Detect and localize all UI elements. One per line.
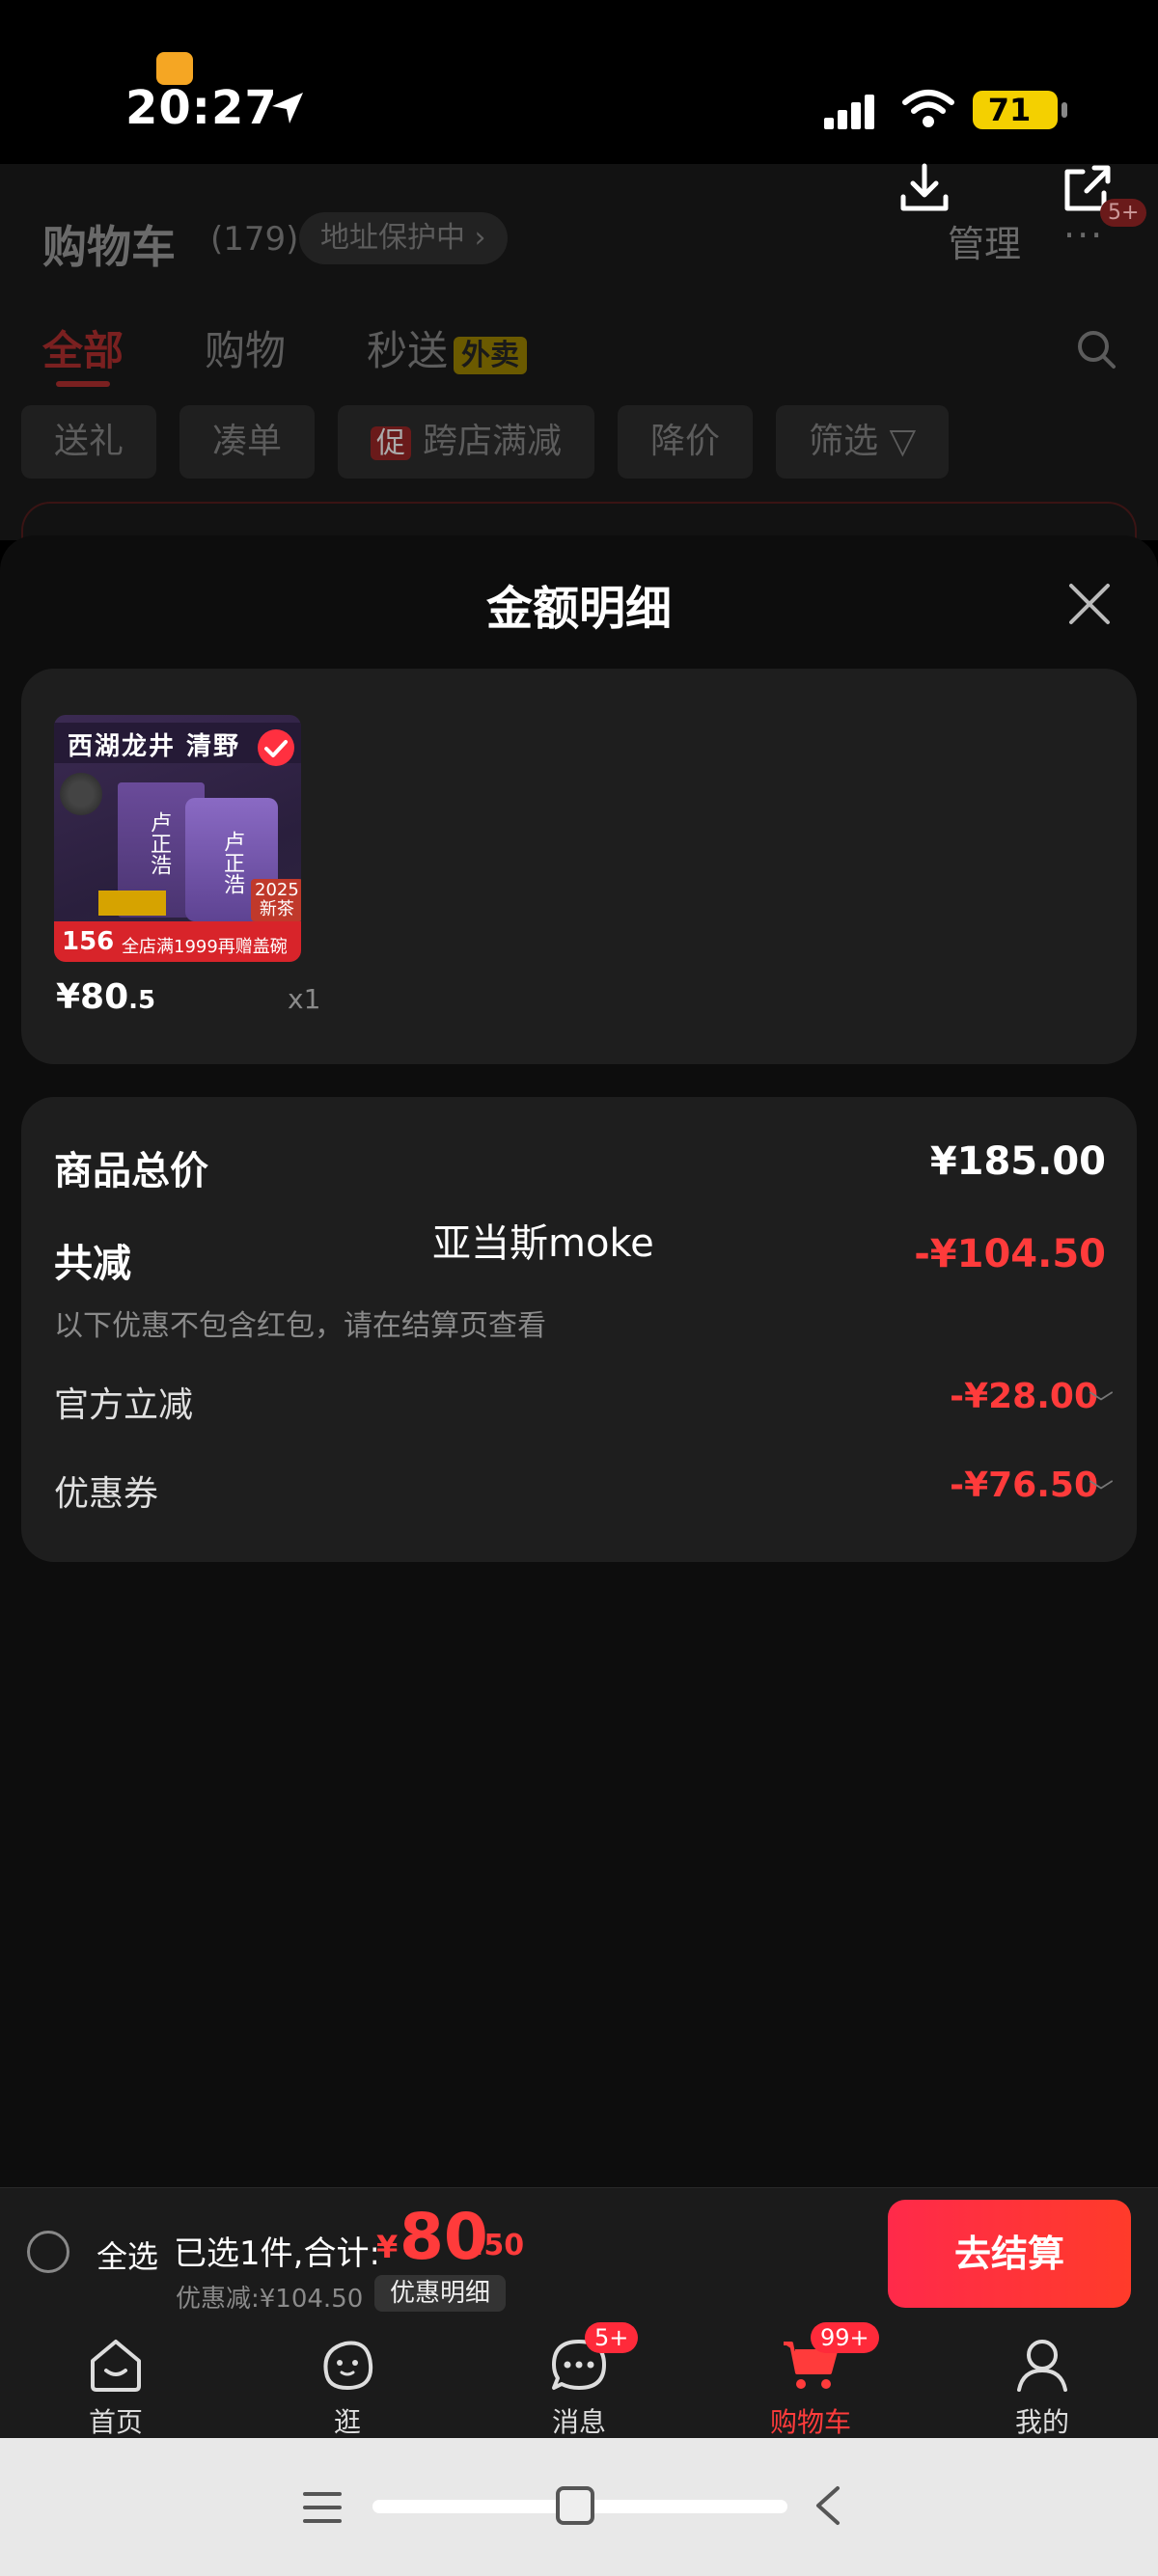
filter-chips: 送礼 凑单 促跨店满减 降价 筛选 ▽ (21, 405, 950, 479)
tab-cart-label: 购物车 (769, 2406, 851, 2438)
price-detail-card: 商品总价 ¥185.00 共减 -¥104.50 以下优惠不包含红包，请在结算页… (21, 1097, 1137, 1562)
total-discount-value: -¥104.50 (914, 1232, 1106, 1276)
image-year-tag: 2025 新茶 (251, 879, 301, 921)
promo-tag: 促 (371, 426, 412, 460)
search-icon[interactable] (1075, 328, 1117, 370)
browse-icon (323, 2341, 373, 2391)
profile-icon (1017, 2340, 1067, 2392)
tab-profile-label: 我的 (1014, 2406, 1069, 2438)
image-title: 西湖龙井 清野 (68, 732, 241, 761)
tab-browse-label: 逛 (333, 2406, 361, 2438)
tab-shopping[interactable]: 购物 (205, 318, 286, 377)
image-seal (60, 773, 102, 815)
coupon-label: 优惠券 (54, 1474, 159, 1514)
cart-background: 购物车 (179) 地址保护中 › 管理 ··· 5+ 全部 购物 秒送 外卖 送… (0, 163, 1158, 560)
image-brand-box: 卢正浩 (147, 811, 171, 875)
chip-gift[interactable]: 送礼 (21, 405, 157, 479)
total-price-label: 商品总价 (54, 1149, 208, 1193)
discount-note: 以下优惠不包含红包，请在结算页查看 (54, 1309, 546, 1343)
chip-cross-store-label: 跨店满减 (423, 422, 563, 461)
battery-indicator: 71 (973, 91, 1067, 129)
takeout-tag: 外卖 (454, 337, 528, 374)
wifi-icon (902, 90, 954, 127)
more-badge: 5+ (1100, 199, 1147, 227)
image-promo-text: 全店满1999再赠盖碗套组 (122, 937, 288, 957)
chip-combine[interactable]: 凑单 (179, 405, 316, 479)
discount-detail-button[interactable]: 优惠明细 (374, 2275, 507, 2312)
checkout-bar: 全选 已选1件,合计: ¥ 80 .50 优惠减:¥104.50 优惠明细 去结… (0, 2187, 1158, 2318)
product-quantity: x1 (288, 983, 321, 1015)
select-all-label[interactable]: 全选 (96, 2233, 158, 2277)
checked-icon[interactable] (257, 728, 295, 767)
status-time: 20:27 (125, 81, 278, 135)
official-discount-row[interactable]: 官方立减 -¥28.00 ﹀ (54, 1377, 1114, 1427)
system-navigation-bar (0, 2438, 1158, 2576)
download-icon[interactable] (896, 160, 953, 218)
total-currency: ¥ (376, 2229, 399, 2265)
product-image[interactable]: 西湖龙井 清野 卢正浩 卢正浩 2025 新茶 156 全店满1999再赠盖碗套… (54, 715, 301, 962)
total-price-row: 商品总价 ¥185.00 (54, 1139, 1106, 1197)
home-icon (91, 2340, 141, 2392)
cart-badge: 99+ (811, 2322, 879, 2353)
chip-cross-store[interactable]: 促跨店满减 (338, 405, 595, 479)
cart-count: (179) (210, 220, 299, 259)
product-price: ¥80.5 (56, 977, 155, 1017)
image-price: 156 (62, 927, 115, 956)
official-discount-value: -¥28.00 (950, 1377, 1098, 1416)
address-protection-chip[interactable]: 地址保护中 › (299, 212, 508, 264)
image-brand-tin: 卢正浩 (220, 831, 244, 894)
total-amount-decimal: .50 (473, 2229, 525, 2262)
notification-icon (156, 52, 193, 85)
close-icon[interactable] (1067, 582, 1112, 626)
back-icon[interactable] (809, 2484, 847, 2527)
messages-badge: 5+ (585, 2322, 639, 2353)
chevron-down-icon: ﹀ (1088, 1390, 1114, 1419)
manage-button[interactable]: 管理 (948, 214, 1021, 267)
tab-messages[interactable]: 5+ 消息 (511, 2318, 647, 2438)
cart-tabs: 全部 购物 秒送 外卖 (42, 318, 528, 387)
tab-instant-label: 秒送 (367, 327, 449, 374)
chip-filter[interactable]: 筛选 ▽ (776, 405, 950, 479)
tab-all[interactable]: 全部 (42, 318, 124, 387)
discount-summary: 优惠减:¥104.50 (176, 2285, 364, 2314)
product-price-decimal: .5 (128, 986, 156, 1015)
total-discount-label: 共减 (54, 1242, 131, 1286)
tab-cart[interactable]: 99+ 购物车 (743, 2318, 879, 2438)
cart-title: 购物车 (42, 221, 176, 273)
coupon-value: -¥76.50 (950, 1466, 1098, 1505)
bottom-tab-bar: 首页 逛 5+ 消息 99+ 购物车 我的 (0, 2318, 1158, 2438)
watermark-text: 亚当斯moke (432, 1221, 654, 1266)
location-arrow-icon (272, 93, 303, 123)
total-price-value: ¥185.00 (929, 1139, 1106, 1184)
tab-instant[interactable]: 秒送 外卖 (367, 318, 528, 377)
tab-profile[interactable]: 我的 (975, 2318, 1110, 2438)
tab-browse[interactable]: 逛 (280, 2318, 415, 2438)
product-card: 西湖龙井 清野 卢正浩 卢正浩 2025 新茶 156 全店满1999再赠盖碗套… (21, 669, 1137, 1064)
home-button-icon[interactable] (556, 2486, 594, 2525)
image-gold-band (98, 891, 166, 916)
chevron-down-icon: ﹀ (1088, 1479, 1114, 1508)
tab-home[interactable]: 首页 (48, 2318, 183, 2438)
select-all-radio[interactable] (27, 2231, 69, 2273)
menu-icon[interactable] (301, 2488, 344, 2527)
amount-detail-sheet: 金额明细 西湖龙井 清野 卢正浩 卢正浩 2025 新茶 156 全店满1999… (0, 535, 1158, 2187)
checkout-button[interactable]: 去结算 (888, 2200, 1131, 2308)
official-discount-label: 官方立减 (54, 1385, 194, 1425)
status-bar: 20:27 71 (0, 0, 1158, 164)
more-button[interactable]: ··· (1063, 214, 1104, 257)
signal-icon (824, 95, 874, 129)
selected-summary: 已选1件,合计: (174, 2234, 380, 2273)
coupon-row[interactable]: 优惠券 -¥76.50 ﹀ (54, 1466, 1114, 1516)
tab-messages-label: 消息 (551, 2406, 606, 2438)
chip-price-drop[interactable]: 降价 (618, 405, 754, 479)
product-price-main: ¥80 (56, 977, 129, 1017)
sheet-title: 金额明细 (485, 582, 672, 636)
tab-home-label: 首页 (88, 2406, 143, 2438)
